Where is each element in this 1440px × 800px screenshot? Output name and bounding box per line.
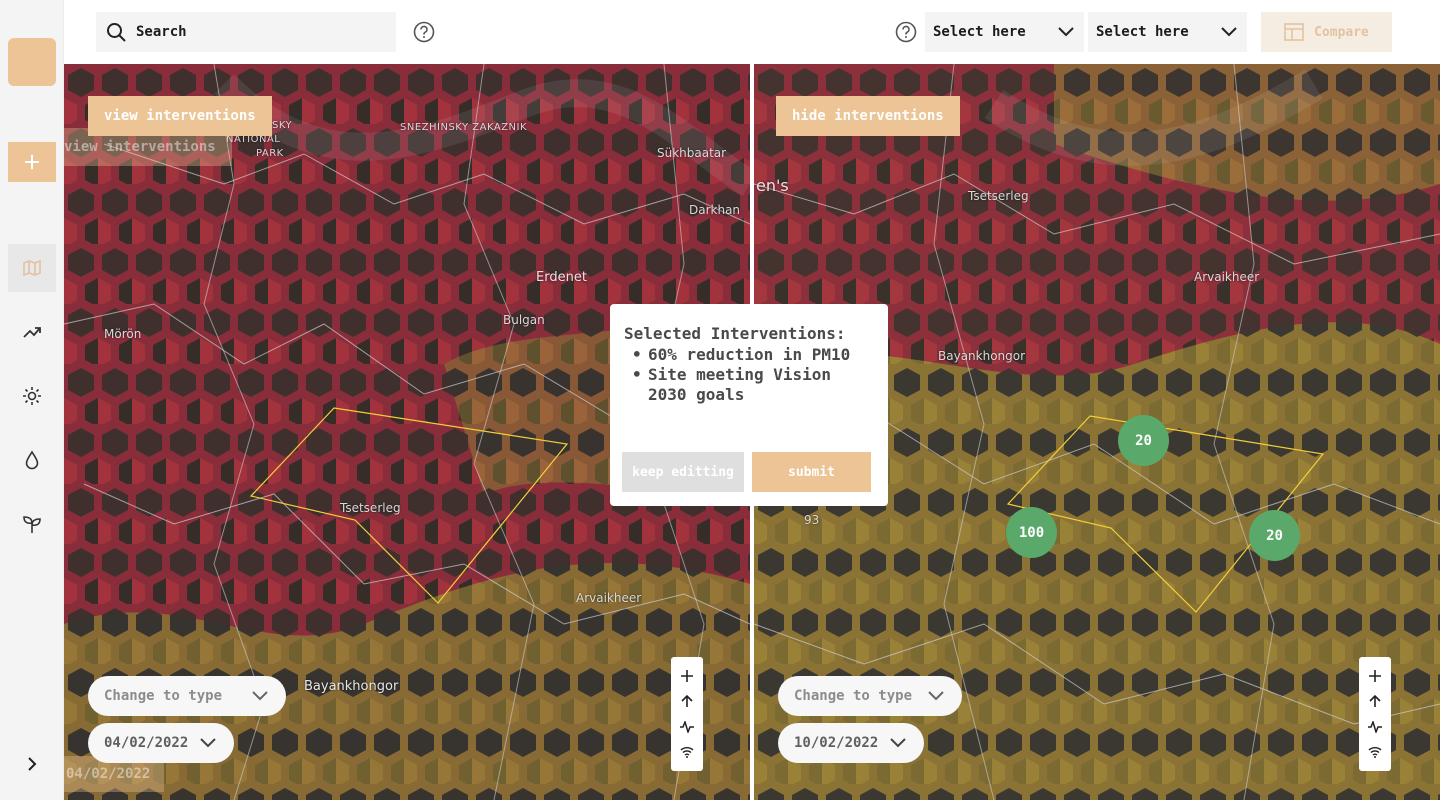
arrow-up-icon	[1369, 695, 1381, 708]
place-label: Sükhbaatar	[657, 146, 727, 160]
plus-icon	[1369, 669, 1381, 682]
date-value: 04/02/2022	[104, 735, 189, 751]
activity-icon	[1368, 720, 1382, 733]
droplet-icon	[25, 450, 39, 470]
chevron-down-icon	[252, 691, 268, 701]
list-item: 60% reduction in PM10	[632, 345, 874, 365]
north-button[interactable]	[1367, 693, 1383, 709]
help-icon[interactable]	[895, 21, 917, 43]
sidebar	[0, 0, 64, 800]
change-type-label: Change to type	[794, 688, 913, 704]
activity-button[interactable]	[679, 719, 695, 735]
north-button[interactable]	[679, 693, 695, 709]
list-item: Site meeting Vision 2030 goals	[632, 365, 874, 405]
submit-button[interactable]: submit	[752, 452, 871, 492]
place-label: Tsetserleg	[340, 501, 401, 515]
date-value: 10/02/2022	[794, 735, 879, 751]
sidebar-item-vegetation[interactable]	[8, 500, 56, 548]
sidebar-item-trends[interactable]	[8, 308, 56, 356]
place-label: Bayankhongor	[938, 349, 1026, 363]
place-label: Tsetserleg	[968, 189, 1029, 203]
change-type-label: Change to type	[104, 688, 223, 704]
expand-sidebar-button[interactable]	[20, 752, 44, 776]
place-label: en's	[756, 176, 789, 195]
place-label: Darkhan	[689, 203, 741, 217]
chevron-down-icon	[200, 738, 216, 748]
chevron-down-icon	[928, 691, 944, 701]
chevron-down-icon	[890, 738, 906, 748]
keep-editing-button[interactable]: keep editting	[622, 452, 744, 492]
search-icon	[107, 23, 126, 42]
modal-actions: keep editting submit	[622, 452, 871, 492]
compare-button[interactable]: Compare	[1261, 12, 1392, 52]
zoom-in-button[interactable]	[1367, 668, 1383, 684]
place-label: Bayankhongor	[304, 679, 399, 694]
map-controls	[671, 657, 703, 771]
place-label: SNEZHINSKY ZAKAZNIK	[400, 122, 528, 133]
select-dropdown-2[interactable]: Select here	[1088, 12, 1247, 52]
place-label: SKY	[272, 120, 293, 131]
wifi-icon	[1368, 747, 1382, 759]
intervention-marker[interactable]: 20	[1118, 415, 1169, 466]
wifi-icon	[680, 747, 694, 759]
chevron-right-icon	[28, 757, 37, 771]
search-input[interactable]: Search	[96, 12, 396, 52]
map-controls	[1359, 657, 1391, 771]
compare-label: Compare	[1314, 24, 1369, 40]
hide-interventions-button[interactable]: hide interventions	[776, 96, 960, 136]
sidebar-item-sun[interactable]	[8, 372, 56, 420]
add-button[interactable]	[8, 142, 56, 182]
place-label: Arvaikheer	[576, 591, 642, 605]
map-icon	[23, 259, 41, 277]
place-label: Mörön	[104, 327, 142, 341]
activity-icon	[680, 720, 694, 733]
select-1-value: Select here	[933, 24, 1026, 40]
change-type-select[interactable]: Change to type	[88, 676, 286, 716]
app-logo[interactable]	[8, 38, 56, 86]
wifi-button[interactable]	[1367, 744, 1383, 760]
chevron-down-icon	[1221, 27, 1237, 37]
view-interventions-button[interactable]: view interventions	[88, 96, 272, 136]
sun-icon	[23, 387, 41, 405]
select-dropdown-1[interactable]: Select here	[925, 12, 1084, 52]
interventions-modal: Selected Interventions: 60% reduction in…	[610, 304, 888, 506]
trending-up-icon	[23, 327, 41, 338]
sprout-icon	[23, 516, 41, 533]
change-type-select[interactable]: Change to type	[778, 676, 962, 716]
chevron-down-icon	[1058, 27, 1074, 37]
layout-icon	[1284, 23, 1304, 41]
place-label: Erdenet	[536, 270, 587, 285]
intervention-marker[interactable]: 100	[1006, 507, 1057, 558]
plus-icon	[25, 155, 39, 169]
search-placeholder: Search	[136, 24, 187, 40]
place-label: PARK	[256, 148, 284, 159]
help-icon[interactable]	[413, 21, 435, 43]
date-select[interactable]: 04/02/2022	[88, 723, 234, 763]
plus-icon	[681, 669, 693, 682]
interventions-list: 60% reduction in PM10 Site meeting Visio…	[624, 345, 874, 405]
top-bar: Search Select here Select here Compare	[64, 0, 1440, 64]
zoom-in-button[interactable]	[679, 668, 695, 684]
sidebar-item-map[interactable]	[8, 244, 56, 292]
modal-title: Selected Interventions:	[624, 324, 846, 343]
place-label: Bulgan	[503, 313, 545, 327]
sidebar-item-water[interactable]	[8, 436, 56, 484]
arrow-up-icon	[681, 695, 693, 708]
select-2-value: Select here	[1096, 24, 1189, 40]
wifi-button[interactable]	[679, 744, 695, 760]
place-label: Arvaikheer	[1194, 270, 1260, 284]
activity-button[interactable]	[1367, 719, 1383, 735]
intervention-marker[interactable]: 20	[1249, 510, 1300, 561]
date-select[interactable]: 10/02/2022	[778, 723, 924, 763]
road-number: 93	[804, 513, 820, 527]
